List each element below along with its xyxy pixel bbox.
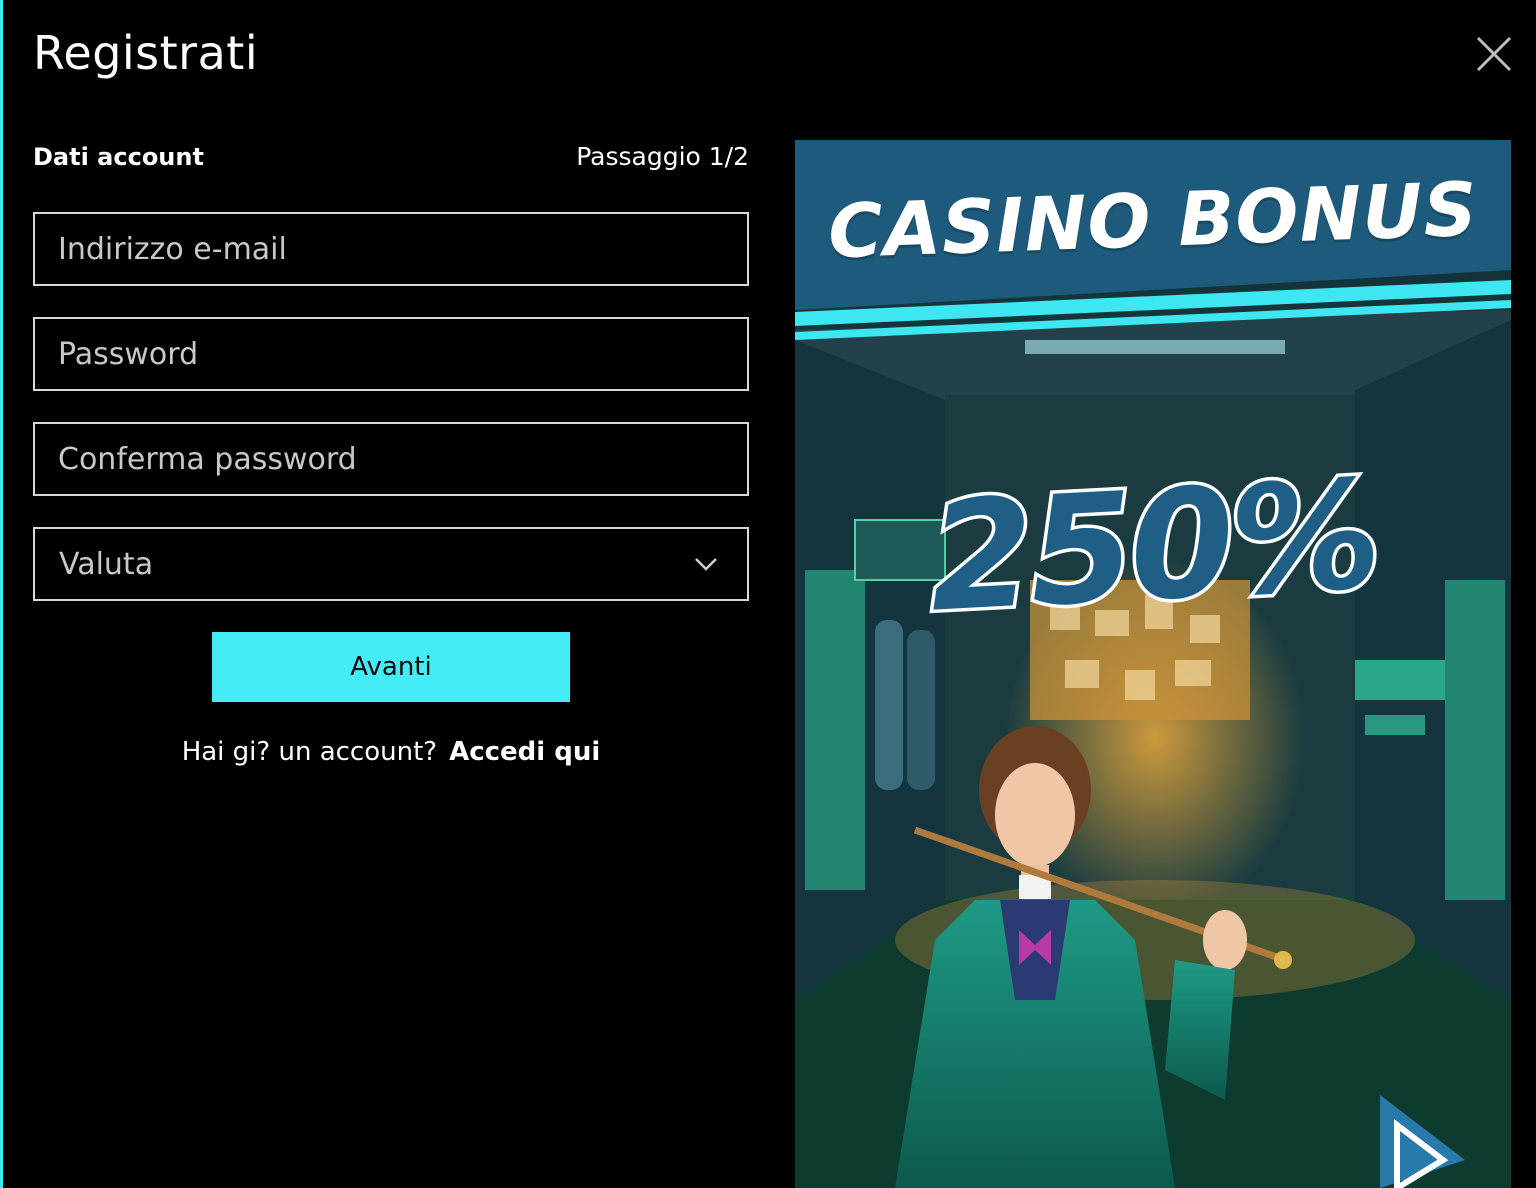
password-field-wrapper — [33, 317, 749, 391]
form-header: Dati account Passaggio 1/2 — [33, 142, 749, 171]
modal-left-border — [0, 0, 3, 1188]
promo-banner[interactable]: CASINO BONUS 250% — [795, 140, 1511, 1188]
close-icon — [1476, 36, 1512, 72]
login-prompt-line: Hai gi? un account? Accedi qui — [33, 732, 749, 772]
confirm-password-field-wrapper — [33, 422, 749, 496]
promo-percent: 250% — [922, 445, 1385, 649]
modal-title: Registrati — [33, 26, 259, 80]
email-field-wrapper — [33, 212, 749, 286]
email-field[interactable] — [35, 214, 747, 284]
login-link[interactable]: Accedi qui — [449, 737, 600, 767]
password-field[interactable] — [35, 319, 747, 389]
step-indicator: Passaggio 1/2 — [576, 142, 749, 171]
promo-artwork — [795, 140, 1511, 1188]
currency-select-label: Valuta — [59, 546, 154, 582]
register-modal: Registrati Dati account Passaggio 1/2 Va… — [0, 0, 1536, 1188]
login-prompt-text: Hai gi? un account? — [181, 737, 438, 767]
confirm-password-field[interactable] — [35, 424, 747, 494]
next-button[interactable]: Avanti — [212, 632, 570, 702]
chevron-down-icon — [695, 558, 717, 571]
section-label: Dati account — [33, 142, 204, 171]
close-button[interactable] — [1474, 34, 1514, 74]
currency-select[interactable]: Valuta — [33, 527, 749, 601]
